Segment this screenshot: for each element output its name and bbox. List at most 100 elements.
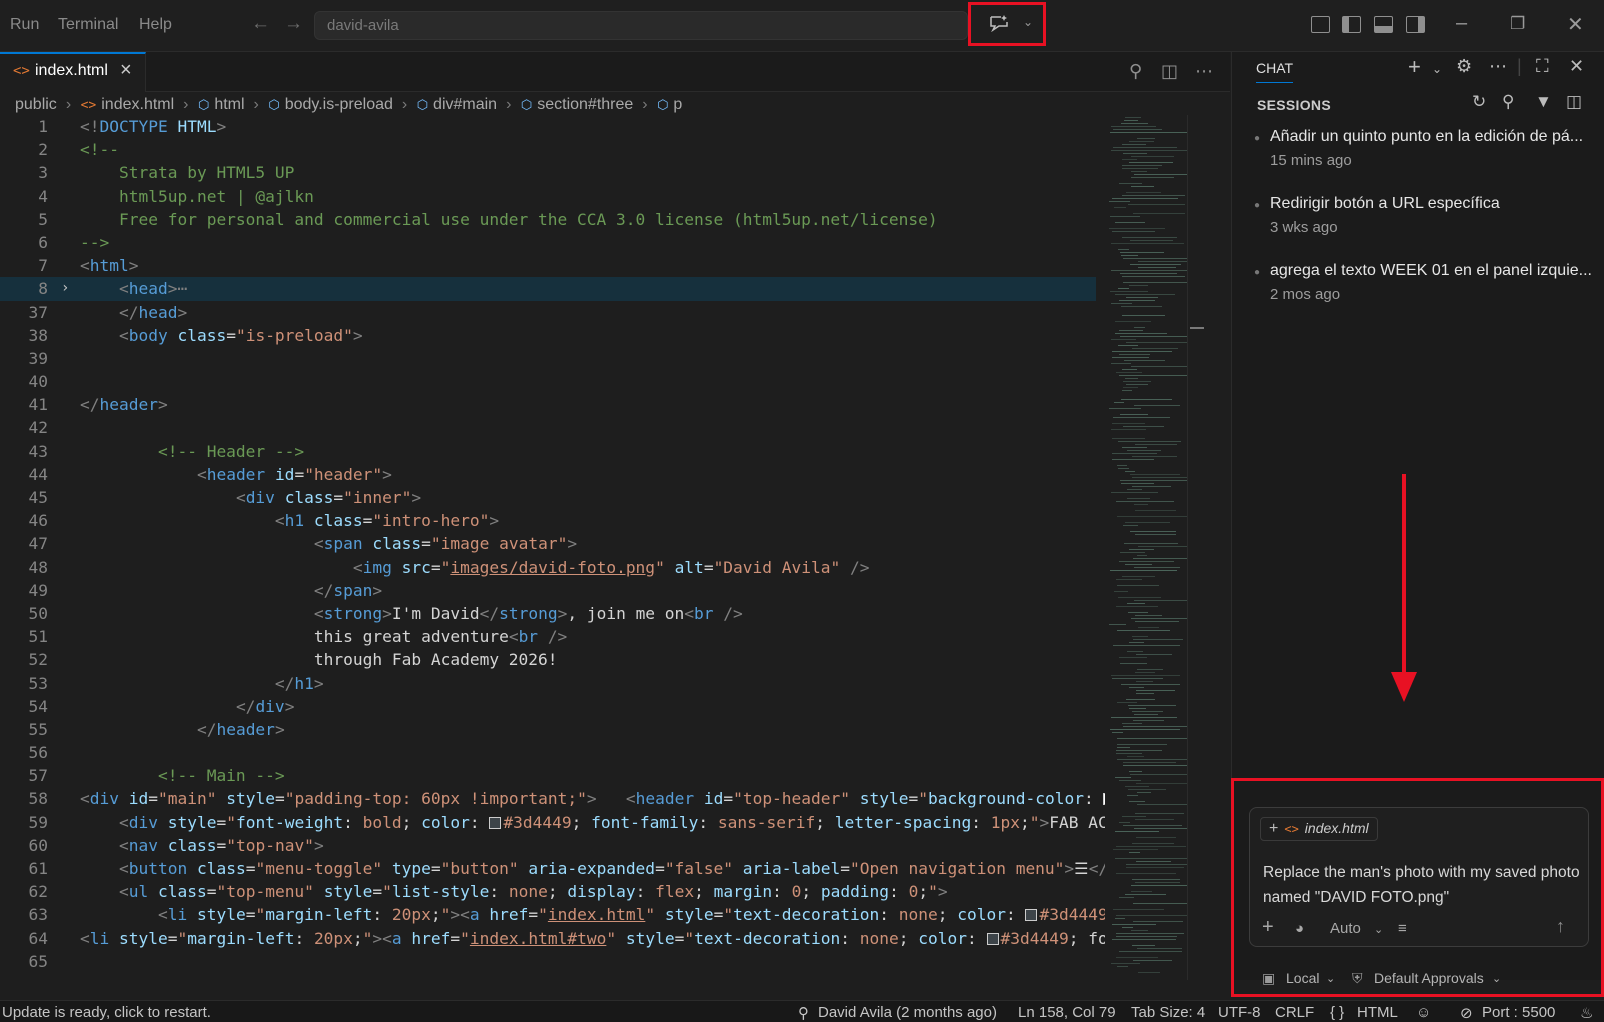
minimap-line bbox=[1129, 771, 1142, 772]
toggle-primary-sidebar-icon[interactable] bbox=[1342, 16, 1361, 33]
new-chat-icon[interactable]: + bbox=[1408, 54, 1421, 80]
minimap-line bbox=[1122, 369, 1137, 370]
annotation-arrow-line bbox=[1402, 474, 1406, 676]
tab-index-html[interactable]: <> index.html × bbox=[0, 52, 146, 92]
tools-icon[interactable]: ≡ bbox=[1398, 920, 1407, 937]
breadcrumb-item[interactable]: html bbox=[214, 96, 244, 114]
chat-toggle-button[interactable]: ⌄ bbox=[968, 2, 1046, 46]
minimap-line bbox=[1138, 267, 1176, 268]
more-actions-icon[interactable]: ⋯ bbox=[1195, 61, 1213, 82]
chat-prompt-text[interactable]: Replace the man's photo with my saved ph… bbox=[1263, 860, 1583, 910]
chevron-down-icon[interactable]: ⌄ bbox=[1374, 923, 1383, 936]
chevron-down-icon[interactable]: ⌄ bbox=[1326, 972, 1335, 985]
minimap-line bbox=[1134, 714, 1158, 715]
attachment-chip[interactable]: + <> index.html bbox=[1260, 817, 1378, 841]
minimap-line bbox=[1109, 201, 1130, 202]
minimap-line bbox=[1133, 960, 1172, 961]
code-text: </span> bbox=[313, 580, 383, 600]
refresh-icon[interactable]: ↻ bbox=[1472, 92, 1486, 112]
minimap-line bbox=[1124, 543, 1178, 544]
location-select[interactable]: Local bbox=[1286, 970, 1319, 986]
minimap-line bbox=[1128, 789, 1166, 790]
minimap-line bbox=[1116, 606, 1158, 607]
breadcrumb-item[interactable]: section#three bbox=[537, 96, 633, 114]
code-line: 57 <!-- Main --> bbox=[0, 764, 1105, 787]
tab-size[interactable]: Tab Size: 4 bbox=[1131, 1004, 1205, 1021]
minimap-line bbox=[1116, 579, 1142, 580]
line-ending[interactable]: CRLF bbox=[1275, 1004, 1314, 1021]
chevron-right-icon[interactable]: › bbox=[61, 277, 69, 300]
mode-select[interactable]: Auto bbox=[1330, 920, 1361, 937]
minimap-line bbox=[1118, 597, 1161, 598]
code-line: 39 bbox=[0, 347, 1105, 370]
update-notice[interactable]: Update is ready, click to restart. bbox=[2, 1004, 211, 1021]
minimap-line bbox=[1117, 630, 1170, 631]
minimize-icon[interactable]: – bbox=[1456, 12, 1467, 35]
breadcrumb-item[interactable]: p bbox=[673, 96, 682, 114]
send-icon[interactable]: ↑ bbox=[1556, 916, 1565, 937]
line-number: 47 bbox=[28, 534, 49, 554]
more-actions-icon[interactable]: ⋯ bbox=[1489, 56, 1507, 77]
chat-tab[interactable]: CHAT bbox=[1256, 60, 1294, 83]
restore-icon[interactable]: ❐ bbox=[1510, 14, 1525, 34]
chevron-down-icon[interactable]: ⌄ bbox=[1023, 15, 1033, 29]
chevron-down-icon[interactable]: ⌄ bbox=[1432, 62, 1442, 76]
agent-mode-icon[interactable]: ◕ bbox=[1295, 920, 1304, 937]
code-editor[interactable]: 1 <!DOCTYPE HTML> 2 <!-- 3 Strata by HTML5… bbox=[0, 115, 1105, 980]
live-server-port[interactable]: Port : 5500 bbox=[1482, 1004, 1555, 1021]
encoding[interactable]: UTF-8 bbox=[1218, 1004, 1261, 1021]
command-center-search[interactable]: david-avila bbox=[314, 11, 968, 40]
breadcrumb-item[interactable]: index.html bbox=[101, 96, 174, 114]
breadcrumb-item[interactable]: div#main bbox=[433, 96, 497, 114]
minimap[interactable] bbox=[1105, 115, 1187, 980]
pin-icon[interactable]: ⚲ bbox=[1129, 61, 1142, 82]
editor-scrollbar[interactable] bbox=[1187, 115, 1204, 980]
minimap-line bbox=[1132, 945, 1155, 946]
line-number: 37 bbox=[28, 302, 49, 322]
line-number: 64 bbox=[28, 928, 49, 948]
filter-icon[interactable]: ▼ bbox=[1535, 92, 1552, 112]
chevron-down-icon[interactable]: ⌄ bbox=[1492, 972, 1501, 985]
copilot-icon[interactable]: ☺ bbox=[1416, 1004, 1431, 1021]
minimap-line bbox=[1129, 162, 1173, 163]
chat-input-box[interactable]: + <> index.html Replace the man's photo wi… bbox=[1249, 807, 1589, 947]
add-icon[interactable]: + bbox=[1262, 916, 1274, 939]
port-icon: ⊘ bbox=[1460, 1005, 1473, 1022]
code-text: <span class="image avatar"> bbox=[313, 534, 578, 554]
code-text: </header> bbox=[196, 719, 285, 739]
close-icon[interactable]: ✕ bbox=[1569, 56, 1584, 77]
close-window-icon[interactable]: ✕ bbox=[1567, 12, 1584, 37]
menu-terminal[interactable]: Terminal bbox=[58, 16, 118, 34]
menu-help[interactable]: Help bbox=[139, 16, 172, 34]
code-line: 6 --> bbox=[0, 231, 1105, 254]
breadcrumb-item[interactable]: body.is-preload bbox=[285, 96, 393, 114]
search-icon[interactable]: ⚲ bbox=[1502, 92, 1514, 112]
maximize-icon[interactable]: ⛶ bbox=[1536, 56, 1549, 77]
breadcrumb-item[interactable]: public bbox=[15, 96, 57, 114]
minimap-line bbox=[1137, 948, 1182, 949]
toggle-sidebar-icon[interactable]: ◫ bbox=[1566, 92, 1582, 112]
cursor-position[interactable]: Ln 158, Col 79 bbox=[1018, 1004, 1116, 1021]
minimap-line bbox=[1131, 891, 1152, 892]
add-context-icon[interactable]: + bbox=[1269, 820, 1278, 837]
minimap-line bbox=[1118, 249, 1129, 250]
toggle-secondary-sidebar-icon[interactable] bbox=[1406, 16, 1425, 33]
close-icon[interactable]: × bbox=[120, 59, 132, 82]
minimap-line bbox=[1134, 828, 1187, 829]
bell-icon[interactable]: ♨ bbox=[1580, 1004, 1593, 1022]
minimap-line bbox=[1112, 198, 1178, 199]
scrollbar-thumb[interactable] bbox=[1190, 327, 1204, 329]
toggle-panel-icon[interactable] bbox=[1374, 16, 1393, 33]
approvals-select[interactable]: Default Approvals bbox=[1374, 970, 1484, 986]
git-blame[interactable]: David Avila (2 months ago) bbox=[818, 1004, 997, 1021]
language-mode[interactable]: HTML bbox=[1357, 1004, 1398, 1021]
annotation-arrow-head bbox=[1391, 672, 1417, 702]
split-editor-icon[interactable]: ◫ bbox=[1161, 61, 1178, 82]
customize-layout-icon[interactable] bbox=[1311, 16, 1330, 33]
minimap-line bbox=[1132, 486, 1171, 487]
menu-run[interactable]: Run bbox=[10, 16, 39, 34]
forward-arrow-icon[interactable]: → bbox=[284, 13, 303, 35]
minimap-line bbox=[1117, 738, 1187, 739]
back-arrow-icon[interactable]: ← bbox=[251, 13, 270, 35]
gear-icon[interactable]: ⚙ bbox=[1456, 56, 1472, 77]
